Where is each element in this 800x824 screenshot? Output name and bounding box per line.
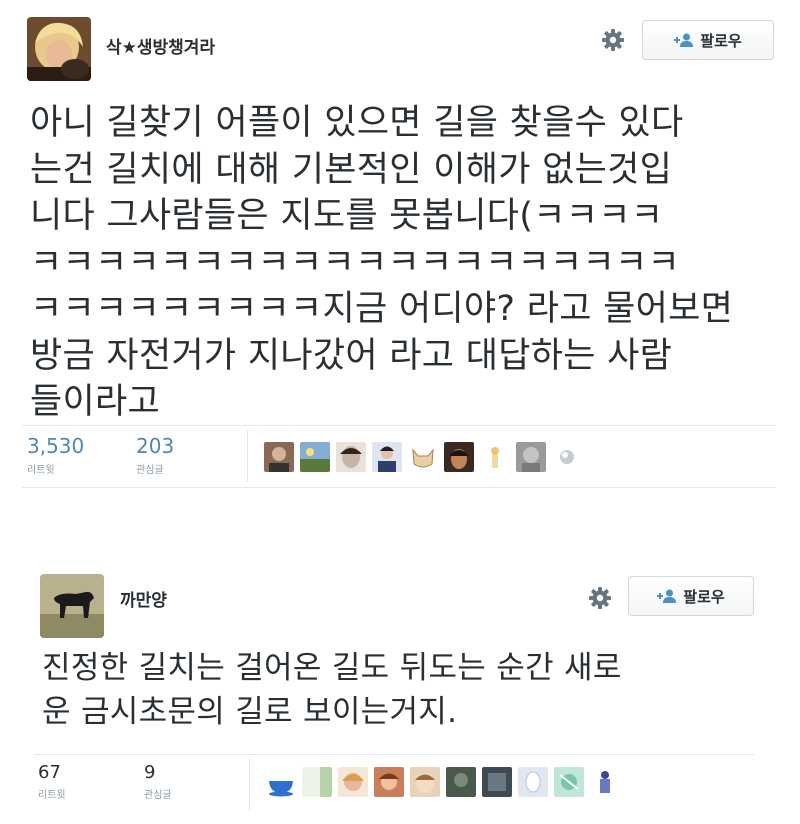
liker-avatar[interactable] <box>302 767 332 797</box>
stats-divider <box>249 758 250 810</box>
retweet-count: 67 <box>38 762 61 783</box>
favorited-by-list <box>264 442 588 472</box>
liker-avatar[interactable] <box>444 442 474 472</box>
username[interactable]: 까만양 <box>120 586 167 611</box>
tweet-text-line: 들이라고 <box>30 382 161 422</box>
liker-avatar[interactable] <box>518 767 548 797</box>
gear-icon[interactable] <box>599 26 627 54</box>
username[interactable]: 삭★생방챙겨라 <box>106 33 215 58</box>
liker-avatar[interactable] <box>516 442 546 472</box>
favorite-stat[interactable]: 9 관심글 <box>144 762 172 801</box>
liker-avatar[interactable] <box>480 442 510 472</box>
liker-avatar[interactable] <box>266 767 296 797</box>
favorite-label: 관심글 <box>136 465 164 476</box>
tweet-text: 아니 길찾기 어플이 있으면 길을 찾을수 있다 는건 길치에 대해 기본적인 … <box>30 100 733 426</box>
favorite-count: 9 <box>144 762 156 783</box>
user-avatar[interactable] <box>40 574 104 638</box>
retweet-stat[interactable]: 3,530 리트윗 <box>27 434 84 476</box>
favorite-count: 203 <box>136 434 175 458</box>
tweet-card-1: 삭★생방챙겨라 팔로우 아니 길찾기 어플이 있으면 길을 찾을수 있다 는건 … <box>0 0 800 500</box>
add-person-icon <box>657 589 677 603</box>
retweet-label: 리트윗 <box>38 790 66 801</box>
stats-divider <box>247 430 248 482</box>
divider <box>22 487 776 488</box>
gear-icon[interactable] <box>586 584 614 612</box>
follow-label: 팔로우 <box>683 587 725 606</box>
liker-avatar[interactable] <box>554 767 584 797</box>
favorited-by-list <box>266 767 626 797</box>
retweet-label: 리트윗 <box>27 465 55 476</box>
tweet-text-line: 진정한 길치는 걸어온 길도 뒤도는 순간 새로 <box>42 650 622 686</box>
tweet-text: 진정한 길치는 걸어온 길도 뒤도는 순간 새로 운 금시초문의 길로 보이는거… <box>42 646 622 734</box>
retweet-count: 3,530 <box>27 434 85 458</box>
retweet-stat[interactable]: 67 리트윗 <box>38 762 66 801</box>
liker-avatar[interactable] <box>338 767 368 797</box>
tweet-text-line: ㅋㅋㅋㅋㅋㅋㅋㅋㅋ지금 어디야? 라고 물어보면 <box>30 289 734 329</box>
liker-avatar[interactable] <box>374 767 404 797</box>
add-person-icon <box>674 33 694 47</box>
liker-avatar[interactable] <box>552 442 582 472</box>
favorite-stat[interactable]: 203 관심글 <box>136 434 174 476</box>
liker-avatar[interactable] <box>300 442 330 472</box>
liker-avatar[interactable] <box>590 767 620 797</box>
liker-avatar[interactable] <box>336 442 366 472</box>
follow-button[interactable]: 팔로우 <box>642 20 774 60</box>
favorite-label: 관심글 <box>144 790 172 801</box>
tweet-text-line: 니다 그사람들은 지도를 못봅니다(ㅋㅋㅋㅋ <box>30 196 664 236</box>
liker-avatar[interactable] <box>264 442 294 472</box>
liker-avatar[interactable] <box>372 442 402 472</box>
liker-avatar[interactable] <box>482 767 512 797</box>
divider <box>22 425 776 426</box>
follow-button[interactable]: 팔로우 <box>628 576 754 616</box>
liker-avatar[interactable] <box>408 442 438 472</box>
tweet-text-line: 아니 길찾기 어플이 있으면 길을 찾을수 있다 <box>30 103 684 143</box>
liker-avatar[interactable] <box>446 767 476 797</box>
tweet-text-line: 운 금시초문의 길로 보이는거지. <box>42 694 458 730</box>
tweet-text-line: 는건 길치에 대해 기본적인 이해가 없는것입 <box>30 149 673 190</box>
tweet-text-line: ㅋㅋㅋㅋㅋㅋㅋㅋㅋㅋㅋㅋㅋㅋㅋㅋㅋㅋㅋㅋ <box>30 242 681 283</box>
liker-avatar[interactable] <box>410 767 440 797</box>
user-avatar[interactable] <box>27 17 91 81</box>
tweet-card-2: 까만양 팔로우 진정한 길치는 걸어온 길도 뒤도는 순간 새로 운 금시초문의… <box>0 560 800 824</box>
tweet-text-line: 방금 자전거가 지나갔어 라고 대답하는 사람 <box>30 335 673 376</box>
divider <box>34 754 754 755</box>
follow-label: 팔로우 <box>700 31 742 50</box>
